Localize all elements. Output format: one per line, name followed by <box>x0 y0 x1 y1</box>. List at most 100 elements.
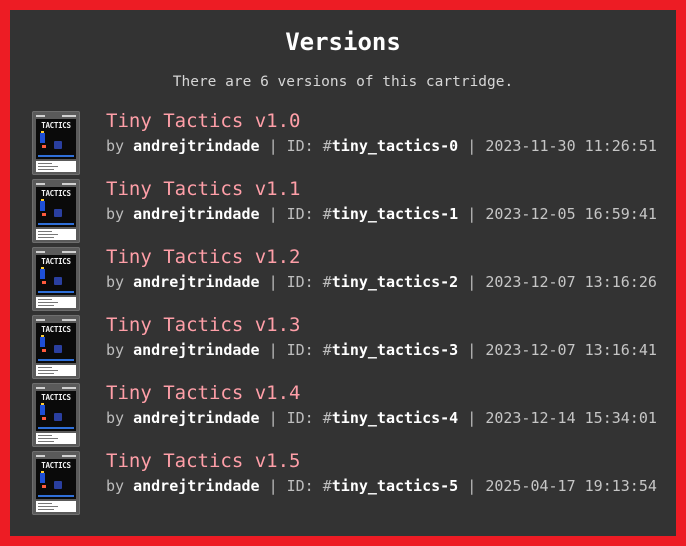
version-meta: by andrejtrindade | ID: #tiny_tactics-0 … <box>106 137 657 155</box>
sprite-icon <box>54 413 62 421</box>
cartridge-logo-text: TACTICS <box>41 189 71 198</box>
id-label: ID: # <box>286 137 332 155</box>
cartridge-thumbnail[interactable]: TACTICS <box>32 315 80 379</box>
version-id: tiny_tactics-1 <box>331 205 459 223</box>
author-link[interactable]: andrejtrindade <box>133 477 259 495</box>
sprite-icon <box>42 281 46 284</box>
cartridge-thumbnail[interactable]: TACTICS <box>32 383 80 447</box>
sprite-icon <box>40 405 45 415</box>
version-date: 2023-11-30 11:26:51 <box>485 137 657 155</box>
cartridge-screen: TACTICS <box>36 255 76 295</box>
cartridge-label <box>36 501 76 512</box>
cartridge-screen-floor <box>38 427 74 429</box>
author-link[interactable]: andrejtrindade <box>133 341 259 359</box>
by-label: by <box>106 273 125 291</box>
separator: | <box>268 341 278 359</box>
version-row: TACTICS Tiny Tactics v1.1 by andrejtrind… <box>32 178 672 246</box>
cartridge-screen: TACTICS <box>36 391 76 431</box>
sprite-icon <box>54 277 62 285</box>
version-meta: by andrejtrindade | ID: #tiny_tactics-1 … <box>106 205 657 223</box>
cartridge-screen-floor <box>38 495 74 497</box>
versions-count-text: There are 6 versions of this cartridge. <box>172 74 514 90</box>
version-meta: by andrejtrindade | ID: #tiny_tactics-5 … <box>106 477 657 495</box>
cartridge-label <box>36 229 76 240</box>
version-meta: by andrejtrindade | ID: #tiny_tactics-2 … <box>106 273 657 291</box>
sprite-icon <box>42 213 46 216</box>
version-title-link[interactable]: Tiny Tactics v1.3 <box>106 314 300 336</box>
id-label: ID: # <box>286 341 332 359</box>
cartridge-thumbnail[interactable]: TACTICS <box>32 179 80 243</box>
sprite-icon <box>42 349 46 352</box>
cartridge-logo-text: TACTICS <box>41 393 71 402</box>
version-date: 2023-12-14 15:34:01 <box>485 409 657 427</box>
version-title-link[interactable]: Tiny Tactics v1.5 <box>106 450 300 472</box>
sprite-icon <box>54 481 62 489</box>
separator: | <box>467 137 477 155</box>
version-id: tiny_tactics-0 <box>331 137 459 155</box>
version-meta: by andrejtrindade | ID: #tiny_tactics-3 … <box>106 341 657 359</box>
page-title: Versions <box>285 28 401 56</box>
id-label: ID: # <box>286 205 332 223</box>
cartridge-header-marks <box>36 318 76 322</box>
cartridge-header-marks <box>36 454 76 458</box>
cartridge-logo-text: TACTICS <box>41 325 71 334</box>
version-date: 2023-12-07 13:16:41 <box>485 341 657 359</box>
cartridge-logo-text: TACTICS <box>41 461 71 470</box>
sprite-icon <box>40 201 45 211</box>
version-row: TACTICS Tiny Tactics v1.5 by andrejtrind… <box>32 450 672 518</box>
separator: | <box>467 477 477 495</box>
separator: | <box>467 273 477 291</box>
separator: | <box>467 409 477 427</box>
separator: | <box>268 273 278 291</box>
version-title-link[interactable]: Tiny Tactics v1.1 <box>106 178 300 200</box>
cartridge-header-marks <box>36 182 76 186</box>
cartridge-thumbnail[interactable]: TACTICS <box>32 111 80 175</box>
author-link[interactable]: andrejtrindade <box>133 273 259 291</box>
versions-panel: Versions There are 6 versions of this ca… <box>10 10 676 536</box>
cartridge-screen-floor <box>38 155 74 157</box>
cartridge-thumbnail[interactable]: TACTICS <box>32 247 80 311</box>
sprite-icon <box>54 141 62 149</box>
author-link[interactable]: andrejtrindade <box>133 409 259 427</box>
version-date: 2023-12-07 13:16:26 <box>485 273 657 291</box>
version-date: 2023-12-05 16:59:41 <box>485 205 657 223</box>
sprite-icon <box>54 345 62 353</box>
cartridge-screen: TACTICS <box>36 187 76 227</box>
separator: | <box>467 205 477 223</box>
sprite-icon <box>40 269 45 279</box>
cartridge-logo-text: TACTICS <box>41 257 71 266</box>
sprite-icon <box>40 473 45 483</box>
cartridge-label <box>36 365 76 376</box>
version-title-link[interactable]: Tiny Tactics v1.0 <box>106 110 300 132</box>
by-label: by <box>106 409 125 427</box>
sprite-icon <box>40 337 45 347</box>
id-label: ID: # <box>286 273 332 291</box>
separator: | <box>268 137 278 155</box>
version-row: TACTICS Tiny Tactics v1.3 by andrejtrind… <box>32 314 672 382</box>
cartridge-screen-floor <box>38 291 74 293</box>
sprite-icon <box>42 145 46 148</box>
cartridge-screen: TACTICS <box>36 323 76 363</box>
cartridge-header-marks <box>36 250 76 254</box>
author-link[interactable]: andrejtrindade <box>133 137 259 155</box>
cartridge-logo-text: TACTICS <box>41 121 71 130</box>
version-row: TACTICS Tiny Tactics v1.0 by andrejtrind… <box>32 110 672 178</box>
version-title-link[interactable]: Tiny Tactics v1.4 <box>106 382 300 404</box>
by-label: by <box>106 137 125 155</box>
cartridge-header-marks <box>36 114 76 118</box>
sprite-icon <box>42 485 46 488</box>
version-title-link[interactable]: Tiny Tactics v1.2 <box>106 246 300 268</box>
version-id: tiny_tactics-4 <box>331 409 459 427</box>
cartridge-screen-floor <box>38 223 74 225</box>
version-id: tiny_tactics-5 <box>331 477 459 495</box>
by-label: by <box>106 477 125 495</box>
version-row: TACTICS Tiny Tactics v1.2 by andrejtrind… <box>32 246 672 314</box>
cartridge-thumbnail[interactable]: TACTICS <box>32 451 80 515</box>
cartridge-screen-floor <box>38 359 74 361</box>
author-link[interactable]: andrejtrindade <box>133 205 259 223</box>
cartridge-header-marks <box>36 386 76 390</box>
separator: | <box>268 205 278 223</box>
cartridge-screen: TACTICS <box>36 119 76 159</box>
version-id: tiny_tactics-3 <box>331 341 459 359</box>
separator: | <box>467 341 477 359</box>
